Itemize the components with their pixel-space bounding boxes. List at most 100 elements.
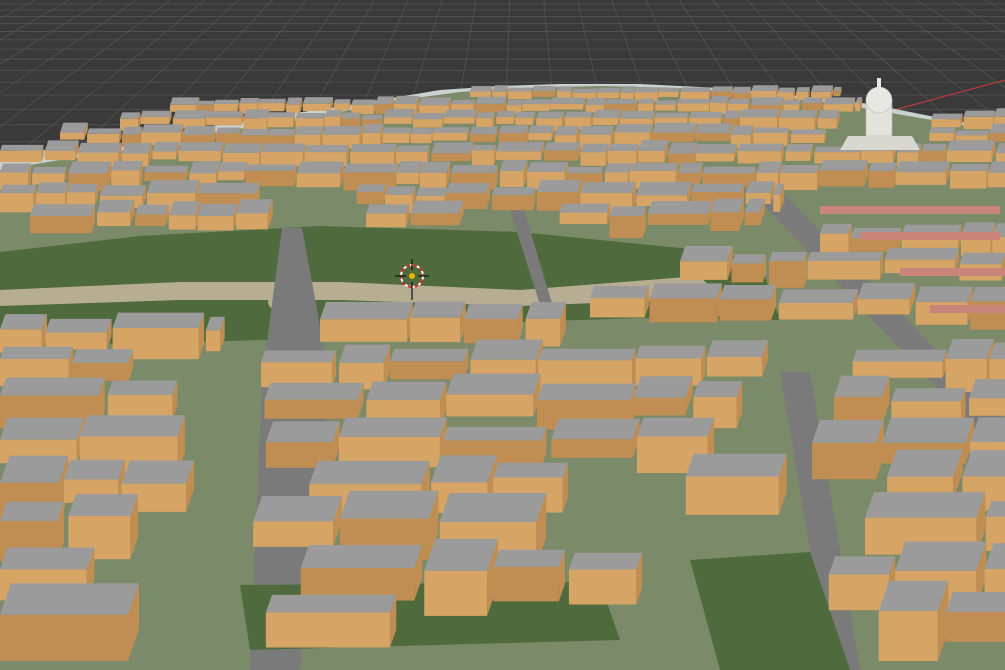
building (383, 108, 415, 124)
building (366, 204, 410, 228)
cursor-center (409, 273, 415, 279)
building-roof (121, 460, 195, 484)
tower-dome (865, 86, 893, 114)
building (710, 198, 744, 231)
building (424, 538, 499, 616)
building-facade (969, 398, 1005, 416)
building-roof (77, 142, 122, 153)
building-roof (320, 301, 414, 320)
building (324, 109, 343, 127)
building-roof (731, 254, 767, 264)
building-roof (945, 592, 1005, 613)
building-roof (0, 547, 95, 570)
building-roof (745, 181, 775, 193)
building-roof (970, 287, 1005, 302)
building-facade (44, 150, 76, 161)
building (946, 140, 996, 163)
building-roof (338, 417, 447, 437)
building-roof (0, 417, 85, 440)
building (677, 162, 703, 185)
building-roof (443, 109, 478, 118)
building-roof (496, 110, 516, 118)
building (243, 109, 270, 131)
building-roof (409, 301, 466, 318)
building-roof (333, 99, 351, 104)
building-roof (141, 124, 184, 133)
building-roof (579, 125, 614, 135)
building-facade (649, 298, 717, 323)
building-roof (111, 160, 143, 171)
building-roof (852, 349, 947, 362)
building (592, 109, 622, 126)
building-facade (496, 151, 541, 160)
building (652, 122, 698, 142)
building-roof (350, 144, 397, 152)
building-roof (609, 206, 646, 217)
building-roof (385, 186, 416, 195)
building (833, 86, 842, 97)
building (802, 97, 824, 111)
building (768, 251, 807, 288)
building-roof (178, 142, 224, 151)
building (751, 85, 779, 100)
building (499, 160, 528, 187)
building-facade (773, 195, 780, 212)
building-facade (496, 117, 514, 124)
building-facade (852, 361, 943, 378)
building (685, 453, 787, 515)
red-roof-block (930, 305, 1005, 313)
building-facade (544, 150, 578, 161)
building-roof (823, 97, 856, 105)
viewport-canvas[interactable] (0, 0, 1005, 670)
building-roof (135, 204, 169, 215)
building-facade (658, 91, 679, 97)
red-roof-block (860, 232, 1000, 240)
building-roof (865, 492, 986, 518)
building-facade (419, 105, 449, 115)
building-facade (515, 117, 534, 125)
building-roof (471, 144, 496, 151)
building-roof (432, 127, 469, 133)
3d-viewport[interactable] (0, 0, 1005, 670)
building-roof (652, 122, 698, 133)
building-facade (60, 132, 85, 140)
building-roof (507, 87, 533, 92)
building-roof (585, 98, 607, 105)
building-roof (921, 143, 947, 151)
building-roof (544, 142, 581, 151)
building (409, 301, 466, 343)
building-facade (410, 213, 460, 226)
building-facade (214, 103, 238, 112)
building (820, 223, 852, 257)
building-roof (915, 286, 973, 302)
building (410, 200, 464, 226)
building-roof (393, 95, 420, 104)
building-roof (491, 187, 536, 196)
building (649, 283, 722, 323)
building (507, 87, 533, 100)
building-roof (525, 302, 566, 319)
building (807, 251, 884, 280)
building-facade (637, 103, 654, 113)
building-roof (63, 459, 126, 480)
building-roof (189, 161, 221, 174)
building-roof (451, 99, 476, 105)
building-facade (963, 116, 994, 130)
building-roof (339, 490, 439, 519)
building-facade (929, 133, 954, 141)
building-roof (751, 85, 779, 92)
building-roof (0, 583, 140, 615)
building-facade (469, 134, 495, 142)
building (265, 594, 397, 648)
building-roof (121, 142, 152, 154)
building-roof (356, 184, 386, 193)
building-facade (647, 213, 709, 225)
building-roof (756, 161, 783, 173)
building-roof (605, 99, 638, 104)
building-roof (536, 383, 636, 401)
building-facade (857, 299, 910, 315)
building-roof (351, 99, 376, 105)
building-roof (152, 141, 180, 152)
building-facade (710, 212, 740, 231)
building-roof (820, 223, 852, 234)
